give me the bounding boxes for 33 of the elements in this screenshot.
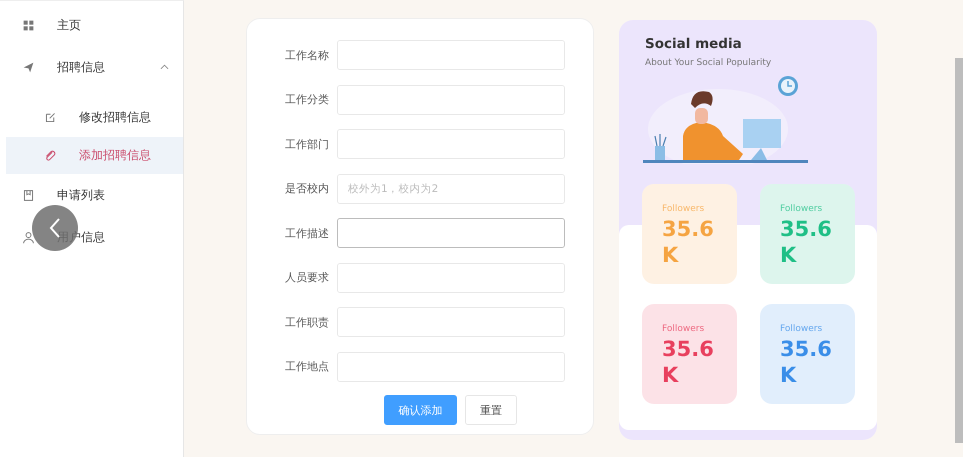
paperclip-icon [44,149,57,162]
stat-label: Followers [662,204,706,214]
scrollbar[interactable] [955,58,963,443]
stat-label: Followers [780,204,824,214]
submenu-item[interactable]: 添加招聘信息 [6,137,183,174]
edit-icon [44,111,57,124]
card-subtitle: About Your Social Popularity [645,58,772,68]
stat-value: 35.6 K [662,336,715,388]
stat-label: Followers [780,324,824,334]
stat-value: 35.6 K [662,216,715,268]
field-label: 是否校内 [284,181,329,196]
field-label: 工作描述 [284,226,329,240]
field-label: 工作职责 [284,314,329,330]
stat-value: 35.6 K [780,216,833,268]
field-label: 工作分类 [284,92,329,107]
stat-label: Followers [662,324,706,334]
field-label: 人员要求 [284,270,329,285]
grid-icon [22,18,35,32]
menu-item[interactable]: 主页 [0,5,183,45]
user-icon [22,230,35,244]
paper-plane-icon [22,60,35,74]
card-title: Social media [645,36,743,52]
menu-group[interactable]: 招聘信息 [0,47,183,87]
field-label: 工作地点 [284,359,329,374]
menu-item[interactable]: 申请列表 [0,175,183,215]
reset-button[interactable]: 重置 [465,395,517,425]
caret-icon [160,64,169,70]
submenu-item[interactable]: 修改招聘信息 [6,99,183,136]
input-field[interactable] [337,218,565,248]
field-label: 工作名称 [284,48,329,62]
stat-value: 35.6 K [780,336,833,388]
field-label: 工作部门 [284,136,329,152]
book-icon [22,188,35,202]
